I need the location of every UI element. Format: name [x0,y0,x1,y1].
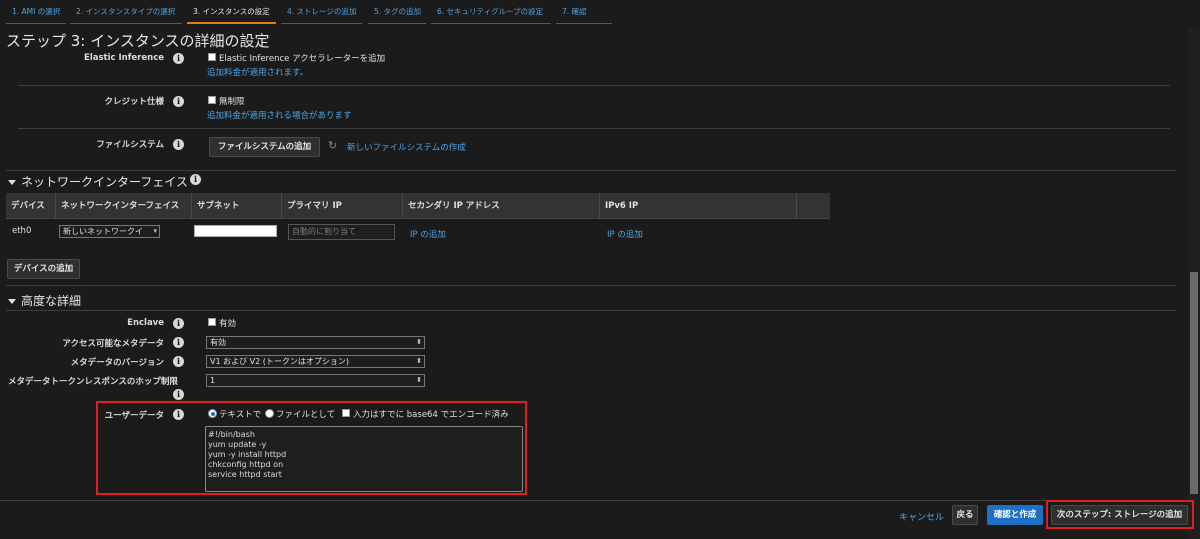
cancel-link[interactable]: キャンセル [899,510,944,523]
credit-pricing-link[interactable]: 追加料金が適用される場合があります [207,109,352,121]
tab-add-tags[interactable]: 5. タグの追加 [368,6,426,24]
elastic-inference-checkbox[interactable] [208,53,216,61]
network-interface-select[interactable]: 新しいネットワークイ ▾ [59,225,160,238]
column-header: サブネット [192,193,282,219]
primary-ip-input[interactable]: 自動的に割り当て [288,224,395,240]
page-title: ステップ 3: インスタンスの詳細の設定 [6,32,270,50]
chevron-updown-icon: ⬍ [416,357,422,365]
metadata-version-value: V1 および V2 (トークンはオプション) [210,357,349,366]
hop-limit-select[interactable]: 1 ⬍ [206,374,425,387]
caret-down-icon [8,180,16,185]
info-icon[interactable]: i [173,337,184,348]
tab-choose-ami[interactable]: 1. AMI の選択 [6,6,66,24]
divider [18,85,1170,86]
metadata-accessible-value: 有効 [210,338,226,347]
network-interface-value: 新しいネットワークイ [63,227,143,236]
tab-configure-instance[interactable]: 3. インスタンスの設定 [187,6,276,24]
info-icon[interactable]: i [173,96,184,107]
advanced-details-title: 高度な詳細 [21,294,82,308]
table-row: eth0 新しいネットワークイ ▾ 自動的に割り当て IP の追加 IP の追加 [6,220,830,246]
user-data-highlight [96,401,527,495]
unlimited-checkbox-label: 無制限 [219,97,245,107]
tab-security-group[interactable]: 6. セキュリティグループの設定 [431,6,551,24]
scrollbar-thumb[interactable] [1190,272,1198,494]
refresh-icon[interactable]: ↻ [328,139,337,152]
info-icon[interactable]: i [173,318,184,329]
elastic-inference-checkbox-label: Elastic Inference アクセラレーターを追加 [219,54,386,64]
info-icon[interactable]: i [173,356,184,367]
tab-choose-instance-type[interactable]: 2. インスタンスタイプの選択 [70,6,182,24]
info-icon[interactable]: i [190,174,201,185]
add-device-button[interactable]: デバイスの追加 [7,259,80,279]
column-header: ネットワークインターフェイス [56,193,192,219]
network-table-header: デバイス ネットワークインターフェイス サブネット プライマリ IP セカンダリ… [6,193,830,219]
network-interfaces-title: ネットワークインターフェイス [21,175,188,189]
info-icon[interactable]: i [173,53,184,64]
add-secondary-ip-link[interactable]: IP の追加 [410,228,446,240]
column-header: セカンダリ IP アドレス [403,193,600,219]
caret-down-icon [8,299,16,304]
credit-spec-label: クレジット仕様 [104,97,164,107]
metadata-accessible-select[interactable]: 有効 ⬍ [206,336,425,349]
file-system-label: ファイルシステム [96,140,164,150]
metadata-accessible-label: アクセス可能なメタデータ [62,339,164,349]
divider [6,310,1176,311]
elastic-inference-label: Elastic Inference [84,53,164,63]
column-header: デバイス [6,193,56,219]
next-button-highlight [1046,500,1194,529]
chevron-updown-icon: ⬍ [416,376,422,384]
divider [6,170,1176,171]
footer-divider [0,500,1188,501]
enclave-label: Enclave [127,318,164,328]
tab-review[interactable]: 7. 確認 [556,6,612,24]
divider [6,285,1176,286]
network-interfaces-header[interactable]: ネットワークインターフェイス [8,173,188,190]
chevron-updown-icon: ⬍ [416,338,422,346]
metadata-version-label: メタデータのバージョン [70,358,164,368]
add-ipv6-link[interactable]: IP の追加 [607,228,643,240]
column-header: IPv6 IP [600,193,797,219]
hop-limit-label: メタデータトークンレスポンスのホップ制限 [8,377,178,387]
divider [18,128,1170,129]
back-button[interactable]: 戻る [952,505,978,525]
enclave-checkbox[interactable] [208,318,216,326]
hop-limit-value: 1 [210,376,216,385]
chevron-down-icon: ▾ [153,227,157,235]
info-icon[interactable]: i [173,139,184,150]
elastic-inference-pricing-link[interactable]: 追加料金が適用されます。 [207,66,308,78]
info-icon[interactable]: i [173,389,184,400]
wizard-tabs: 1. AMI の選択 2. インスタンスタイプの選択 3. インスタンスの設定 … [0,0,1200,28]
device-name: eth0 [12,226,32,236]
unlimited-checkbox[interactable] [208,96,216,104]
column-header: プライマリ IP [282,193,403,219]
add-file-system-button[interactable]: ファイルシステムの追加 [209,137,320,157]
advanced-details-header[interactable]: 高度な詳細 [8,292,81,309]
metadata-version-select[interactable]: V1 および V2 (トークンはオプション) ⬍ [206,355,425,368]
tab-add-storage[interactable]: 4. ストレージの追加 [281,6,362,24]
subnet-select[interactable] [194,225,277,237]
review-and-launch-button[interactable]: 確認と作成 [987,505,1043,525]
enclave-checkbox-label: 有効 [219,319,237,329]
create-file-system-link[interactable]: 新しいファイルシステムの作成 [347,141,466,153]
